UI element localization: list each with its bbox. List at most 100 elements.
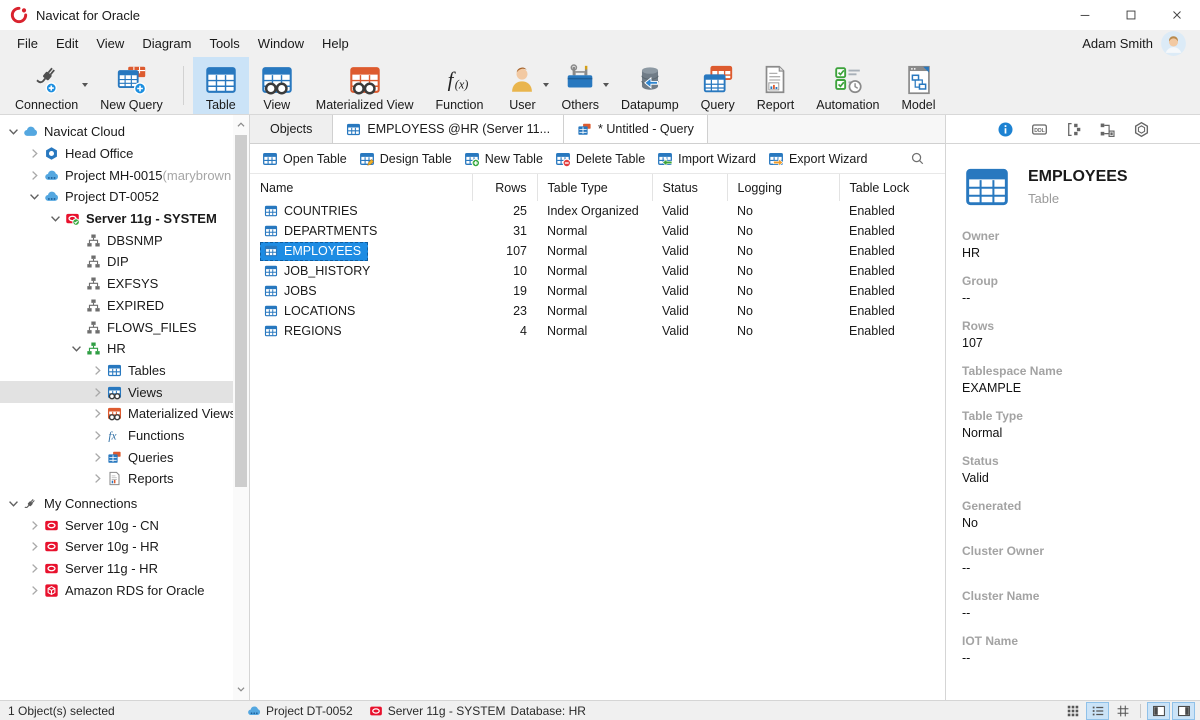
chevron-right-icon[interactable] (90, 406, 105, 421)
table-row[interactable]: REGIONS4NormalValidNoEnabled (250, 321, 945, 341)
tree-item-flows-files[interactable]: FLOWS_FILES (0, 316, 249, 338)
tree-item-server-10g-hr[interactable]: Server 10g - HR (0, 536, 249, 558)
toolbar-button-new-query[interactable]: New Query (89, 57, 174, 114)
menu-item-file[interactable]: File (8, 30, 47, 57)
table-row[interactable]: JOBS19NormalValidNoEnabled (250, 281, 945, 301)
button-design-table[interactable]: Design Table (353, 148, 458, 170)
menu-item-window[interactable]: Window (249, 30, 313, 57)
tree-item-expired[interactable]: EXPIRED (0, 295, 249, 317)
toolbar-button-function[interactable]: f(x)Function (425, 57, 495, 114)
tree-item-views[interactable]: Views (0, 381, 249, 403)
menu-item-view[interactable]: View (87, 30, 133, 57)
maximize-button[interactable] (1108, 0, 1154, 30)
tree-item-exfsys[interactable]: EXFSYS (0, 273, 249, 295)
account-area[interactable]: Adam Smith (1082, 31, 1192, 56)
chevron-down-icon[interactable] (6, 124, 21, 139)
tab-objects[interactable]: Objects (250, 115, 333, 143)
column-header-rows[interactable]: Rows (472, 174, 537, 201)
column-header-logging[interactable]: Logging (727, 174, 839, 201)
tree-item-queries[interactable]: Queries (0, 446, 249, 468)
options-hexagon-icon[interactable] (1133, 121, 1150, 138)
minimize-button[interactable] (1062, 0, 1108, 30)
view-detail-button[interactable] (1111, 702, 1134, 720)
table-row[interactable]: COUNTRIES25Index OrganizedValidNoEnabled (250, 201, 945, 221)
toolbar-button-table[interactable]: Table (193, 57, 249, 114)
chevron-right-icon[interactable] (27, 518, 42, 533)
button-open-table[interactable]: Open Table (256, 148, 353, 170)
tree-item-functions[interactable]: fxFunctions (0, 425, 249, 447)
dependency-icon[interactable] (1099, 121, 1116, 138)
tree-item-server-11g-hr[interactable]: Server 11g - HR (0, 558, 249, 580)
table-row[interactable]: EMPLOYEES107NormalValidNoEnabled (250, 241, 945, 261)
chevron-right-icon[interactable] (27, 583, 42, 598)
menu-item-tools[interactable]: Tools (200, 30, 248, 57)
chevron-right-icon[interactable] (90, 363, 105, 378)
chevron-right-icon[interactable] (90, 471, 105, 486)
chevron-right-icon[interactable] (90, 450, 105, 465)
column-header-status[interactable]: Status (652, 174, 727, 201)
scroll-up-icon[interactable] (234, 118, 248, 132)
column-header-table-lock[interactable]: Table Lock (839, 174, 945, 201)
table-row[interactable]: JOB_HISTORY10NormalValidNoEnabled (250, 261, 945, 281)
tree-item-head-office[interactable]: Head Office (0, 143, 249, 165)
chevron-down-icon[interactable] (69, 341, 84, 356)
menu-item-help[interactable]: Help (313, 30, 358, 57)
tree-item-project-mh-0015[interactable]: Project MH-0015 (marybrown (0, 164, 249, 186)
chevron-down-icon[interactable] (27, 189, 42, 204)
tree-item-materialized-views[interactable]: Materialized Views (0, 403, 249, 425)
tree-item-dbsnmp[interactable]: DBSNMP (0, 229, 249, 251)
object-name[interactable]: JOB_HISTORY (260, 262, 377, 281)
tree-item-navicat-cloud[interactable]: Navicat Cloud (0, 121, 249, 143)
column-header-name[interactable]: Name (250, 174, 472, 201)
menu-item-edit[interactable]: Edit (47, 30, 87, 57)
dropdown-caret-icon[interactable] (543, 83, 549, 87)
tab-untitled-query[interactable]: * Untitled - Query (564, 115, 708, 143)
tree-item-server-10g-cn[interactable]: Server 10g - CN (0, 514, 249, 536)
chevron-down-icon[interactable] (48, 211, 63, 226)
table-row[interactable]: DEPARTMENTS31NormalValidNoEnabled (250, 221, 945, 241)
table-row[interactable]: LOCATIONS23NormalValidNoEnabled (250, 301, 945, 321)
toolbar-button-datapump[interactable]: Datapump (610, 57, 690, 114)
object-name[interactable]: DEPARTMENTS (260, 222, 384, 241)
tab-employess-hr-server-11[interactable]: EMPLOYESS @HR (Server 11... (333, 115, 564, 143)
chevron-right-icon[interactable] (27, 168, 42, 183)
scroll-down-icon[interactable] (234, 682, 248, 696)
ddl-icon[interactable]: DDL (1031, 121, 1048, 138)
panel-right-button[interactable] (1172, 702, 1195, 720)
close-button[interactable] (1154, 0, 1200, 30)
toolbar-button-report[interactable]: Report (746, 57, 806, 114)
chevron-down-icon[interactable] (6, 496, 21, 511)
dropdown-caret-icon[interactable] (82, 83, 88, 87)
search-icon[interactable] (910, 151, 925, 166)
tree-item-server-11g-system[interactable]: Server 11g - SYSTEM (0, 208, 249, 230)
tree-item-dip[interactable]: DIP (0, 251, 249, 273)
object-name[interactable]: EMPLOYEES (260, 242, 368, 261)
object-name[interactable]: REGIONS (260, 322, 349, 341)
view-grid-button[interactable] (1061, 702, 1084, 720)
toolbar-button-model[interactable]: Model (890, 57, 946, 114)
chevron-right-icon[interactable] (27, 539, 42, 554)
info-icon[interactable] (997, 121, 1014, 138)
button-export-wizard[interactable]: Export Wizard (762, 148, 874, 170)
menu-item-diagram[interactable]: Diagram (133, 30, 200, 57)
toolbar-button-query[interactable]: Query (690, 57, 746, 114)
toolbar-button-view[interactable]: View (249, 57, 305, 114)
object-name[interactable]: COUNTRIES (260, 202, 365, 221)
column-header-table-type[interactable]: Table Type (537, 174, 652, 201)
object-name[interactable]: LOCATIONS (260, 302, 362, 321)
scrollbar-thumb[interactable] (235, 135, 247, 487)
tree-item-tables[interactable]: Tables (0, 360, 249, 382)
toolbar-button-automation[interactable]: Automation (805, 57, 890, 114)
chevron-right-icon[interactable] (90, 428, 105, 443)
object-name[interactable]: JOBS (260, 282, 324, 301)
panel-left-button[interactable] (1147, 702, 1170, 720)
toolbar-button-others[interactable]: Others (550, 57, 610, 114)
tree-item-project-dt-0052[interactable]: Project DT-0052 (0, 186, 249, 208)
view-list-button[interactable] (1086, 702, 1109, 720)
tree-item-hr[interactable]: HR (0, 338, 249, 360)
avatar[interactable] (1161, 31, 1186, 56)
tree-item-reports[interactable]: Reports (0, 468, 249, 490)
sidebar-scrollbar[interactable] (233, 115, 249, 700)
chevron-right-icon[interactable] (90, 385, 105, 400)
dropdown-caret-icon[interactable] (603, 83, 609, 87)
